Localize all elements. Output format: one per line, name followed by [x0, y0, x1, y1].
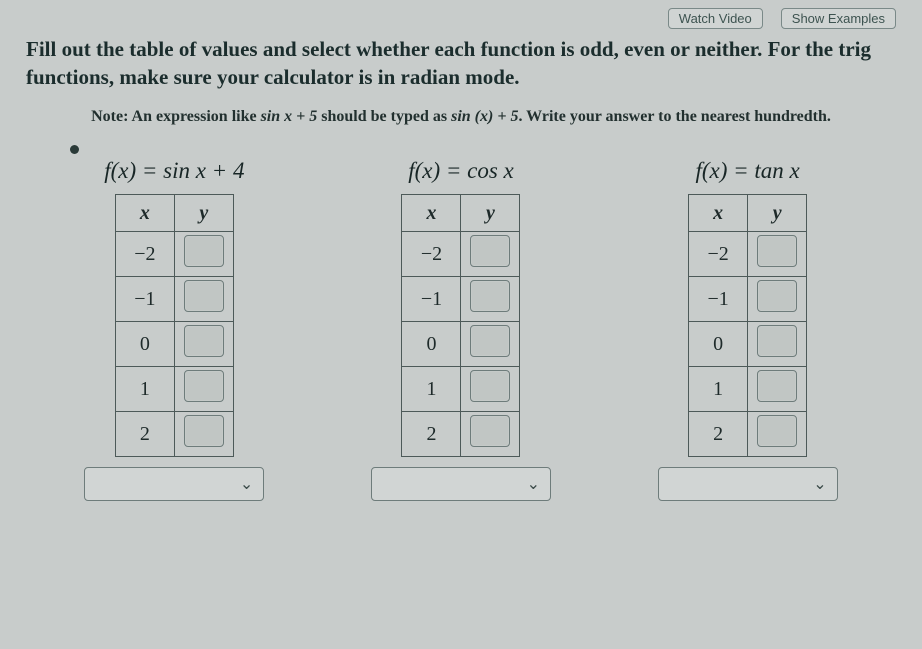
- value-table: xy −2 −1 0 1 2: [115, 194, 234, 457]
- show-examples-button[interactable]: Show Examples: [781, 8, 896, 29]
- x-cell: −2: [689, 232, 748, 277]
- y-input[interactable]: [757, 235, 797, 267]
- chevron-down-icon: ⌄: [813, 474, 826, 494]
- note-text: Note: An expression like sin x + 5 shoul…: [46, 106, 876, 128]
- note-expr1: sin x + 5: [261, 108, 318, 125]
- table-row: −2: [115, 232, 233, 277]
- table-row: −1: [689, 277, 807, 322]
- y-cell: [748, 412, 807, 457]
- note-prefix: Note: An expression like: [91, 108, 260, 125]
- y-input[interactable]: [184, 325, 224, 357]
- note-expr2: sin (x) + 5: [451, 108, 518, 125]
- y-input[interactable]: [757, 280, 797, 312]
- function-block: f(x) = sin x + 4 xy −2 −1 0 1 2 ⌄: [49, 158, 299, 501]
- table-row: 1: [689, 367, 807, 412]
- y-cell: [748, 367, 807, 412]
- top-button-row: Watch Video Show Examples: [26, 8, 896, 29]
- parity-select[interactable]: ⌄: [84, 467, 264, 501]
- table-row: 1: [402, 367, 520, 412]
- x-cell: 0: [402, 322, 461, 367]
- fn-lhs: f(x) =: [408, 158, 467, 183]
- chevron-down-icon: ⌄: [527, 474, 540, 494]
- fn-rhs: sin x + 4: [163, 158, 244, 183]
- table-row: −2: [689, 232, 807, 277]
- y-input[interactable]: [470, 370, 510, 402]
- y-input[interactable]: [757, 370, 797, 402]
- y-input[interactable]: [470, 415, 510, 447]
- table-row: 0: [402, 322, 520, 367]
- x-cell: 2: [115, 412, 174, 457]
- col-x: x: [689, 195, 748, 232]
- instructions-text: Fill out the table of values and select …: [26, 35, 896, 92]
- y-cell: [174, 322, 233, 367]
- marker-dot: [70, 145, 79, 154]
- table-row: −1: [115, 277, 233, 322]
- function-block: f(x) = tan x xy −2 −1 0 1 2 ⌄: [623, 158, 873, 501]
- table-row: 1: [115, 367, 233, 412]
- y-cell: [461, 277, 520, 322]
- watch-video-button[interactable]: Watch Video: [668, 8, 763, 29]
- fn-lhs: f(x) =: [695, 158, 754, 183]
- parity-select[interactable]: ⌄: [371, 467, 551, 501]
- y-input[interactable]: [470, 325, 510, 357]
- x-cell: −1: [115, 277, 174, 322]
- note-suffix: . Write your answer to the nearest hundr…: [518, 108, 830, 125]
- value-table: xy −2 −1 0 1 2: [688, 194, 807, 457]
- chevron-down-icon: ⌄: [240, 474, 253, 494]
- table-row: 2: [689, 412, 807, 457]
- y-cell: [174, 367, 233, 412]
- col-x: x: [402, 195, 461, 232]
- function-title: f(x) = sin x + 4: [104, 158, 244, 184]
- y-cell: [461, 367, 520, 412]
- functions-row: f(x) = sin x + 4 xy −2 −1 0 1 2 ⌄ f(x) =…: [26, 158, 896, 501]
- y-input[interactable]: [470, 280, 510, 312]
- fn-rhs: tan x: [754, 158, 799, 183]
- y-input[interactable]: [184, 415, 224, 447]
- note-mid: should be typed as: [317, 108, 451, 125]
- y-cell: [174, 412, 233, 457]
- y-cell: [748, 232, 807, 277]
- table-row: −2: [402, 232, 520, 277]
- y-cell: [461, 322, 520, 367]
- x-cell: 0: [115, 322, 174, 367]
- col-y: y: [461, 195, 520, 232]
- table-row: 0: [115, 322, 233, 367]
- y-cell: [461, 232, 520, 277]
- x-cell: −1: [689, 277, 748, 322]
- y-cell: [174, 277, 233, 322]
- col-x: x: [115, 195, 174, 232]
- x-cell: 2: [689, 412, 748, 457]
- table-row: 2: [115, 412, 233, 457]
- function-title: f(x) = tan x: [695, 158, 799, 184]
- function-title: f(x) = cos x: [408, 158, 514, 184]
- x-cell: 1: [689, 367, 748, 412]
- y-cell: [748, 277, 807, 322]
- x-cell: 2: [402, 412, 461, 457]
- y-input[interactable]: [757, 415, 797, 447]
- col-y: y: [748, 195, 807, 232]
- y-input[interactable]: [757, 325, 797, 357]
- value-table: xy −2 −1 0 1 2: [401, 194, 520, 457]
- fn-lhs: f(x) =: [104, 158, 163, 183]
- table-row: 0: [689, 322, 807, 367]
- y-input[interactable]: [184, 235, 224, 267]
- col-y: y: [174, 195, 233, 232]
- y-cell: [748, 322, 807, 367]
- table-row: 2: [402, 412, 520, 457]
- parity-select[interactable]: ⌄: [658, 467, 838, 501]
- table-row: −1: [402, 277, 520, 322]
- function-block: f(x) = cos x xy −2 −1 0 1 2 ⌄: [336, 158, 586, 501]
- y-cell: [461, 412, 520, 457]
- y-input[interactable]: [184, 370, 224, 402]
- x-cell: 0: [689, 322, 748, 367]
- y-cell: [174, 232, 233, 277]
- fn-rhs: cos x: [467, 158, 514, 183]
- x-cell: −1: [402, 277, 461, 322]
- y-input[interactable]: [470, 235, 510, 267]
- x-cell: 1: [115, 367, 174, 412]
- x-cell: 1: [402, 367, 461, 412]
- x-cell: −2: [115, 232, 174, 277]
- x-cell: −2: [402, 232, 461, 277]
- y-input[interactable]: [184, 280, 224, 312]
